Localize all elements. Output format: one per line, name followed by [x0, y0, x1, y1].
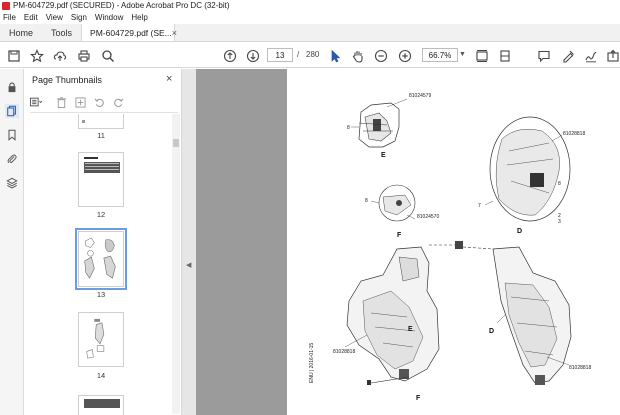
callout-number-8a: 8: [347, 125, 350, 131]
collapse-panel-icon[interactable]: ◀: [186, 261, 191, 269]
page-thumbnails-icon[interactable]: [5, 104, 19, 118]
attachments-icon[interactable]: [5, 152, 19, 166]
page-thumbnails-panel: Page Thumbnails × 11 12 13 14: [24, 69, 182, 415]
bookmarks-icon[interactable]: [5, 128, 19, 142]
page-thumbnail-14[interactable]: [78, 312, 124, 367]
next-page-icon[interactable]: [245, 48, 261, 64]
zoom-out-icon[interactable]: [373, 48, 389, 64]
page-separator: /: [297, 50, 300, 59]
highlight-icon[interactable]: [560, 48, 576, 64]
rotate-counterclockwise-icon[interactable]: [93, 96, 105, 108]
page-thumbnail-11[interactable]: [78, 114, 124, 129]
thumbnail-label-11: 11: [97, 131, 105, 140]
callout-number-8c: 8: [365, 198, 368, 204]
thumbnail-scrollbar-thumb[interactable]: [173, 139, 179, 147]
share-icon[interactable]: [605, 48, 620, 64]
callout-right-top: 81028818: [563, 131, 585, 137]
insert-pages-icon[interactable]: [74, 96, 86, 108]
zoom-dropdown-icon[interactable]: ▼: [459, 51, 466, 58]
save-icon[interactable]: [6, 48, 22, 64]
frame-assembly-right: [462, 246, 572, 385]
hand-icon[interactable]: [350, 48, 366, 64]
page-fit-icon[interactable]: [474, 48, 490, 64]
select-cursor-icon[interactable]: [327, 48, 343, 64]
zoom-in-icon[interactable]: [397, 48, 413, 64]
callout-number-8b: 8: [558, 181, 561, 187]
print-icon[interactable]: [76, 48, 92, 64]
thumbnail-options-icon[interactable]: [30, 96, 42, 108]
detail-f-mid: [370, 184, 416, 222]
panel-divider: [30, 112, 178, 113]
view-letter-f-mid: F: [397, 232, 402, 239]
callout-number-7: 7: [478, 203, 481, 209]
layers-icon[interactable]: [5, 176, 19, 190]
sign-icon[interactable]: [583, 48, 599, 64]
document-view[interactable]: 81024579 8 E 81028818 8 7 2 3 D 8 810245…: [196, 69, 620, 415]
menu-view[interactable]: View: [46, 13, 63, 22]
page-thumbnail-13[interactable]: [75, 228, 127, 290]
thumbnail-label-14: 14: [96, 371, 106, 380]
detail-e-top: [351, 98, 408, 148]
menu-file[interactable]: File: [3, 13, 16, 22]
left-navigation-rail: [0, 69, 24, 415]
callout-number-3: 3: [558, 219, 561, 225]
page-total: 280: [306, 50, 320, 59]
window-title: PM-604729.pdf (SECURED) - Adobe Acrobat …: [13, 1, 230, 10]
view-letter-f-bottom: F: [416, 395, 421, 402]
frame-assembly-left: [344, 241, 463, 385]
view-letter-d-bottom: D: [489, 328, 494, 335]
page-thumbnail-15[interactable]: [78, 395, 124, 415]
thumbnail-label-13: 13: [96, 290, 106, 299]
page-footer-vertical: ENU | 2016-01-15: [309, 343, 315, 383]
comment-icon[interactable]: [536, 48, 552, 64]
title-bar: PM-604729.pdf (SECURED) - Adobe Acrobat …: [0, 0, 620, 11]
document-tab-label: PM-604729.pdf (SE...: [90, 27, 172, 38]
close-tab-icon[interactable]: ×: [172, 28, 177, 38]
lock-icon[interactable]: [5, 80, 19, 94]
panel-title: Page Thumbnails: [32, 75, 102, 85]
detail-d-right: [484, 116, 571, 222]
tab-document[interactable]: PM-604729.pdf (SE... ×: [81, 24, 177, 41]
find-icon[interactable]: [100, 48, 116, 64]
delete-page-icon[interactable]: [55, 96, 67, 108]
tab-home[interactable]: Home: [0, 24, 42, 41]
callout-bottom-right: 81028818: [569, 365, 591, 371]
view-letter-e-top: E: [381, 152, 386, 159]
menu-sign[interactable]: Sign: [71, 13, 87, 22]
upload-icon[interactable]: [52, 48, 68, 64]
callout-mid-left: 81024570: [417, 214, 439, 220]
panel-splitter[interactable]: ◀: [182, 69, 196, 415]
menu-help[interactable]: Help: [131, 13, 147, 22]
pdf-page: 81024579 8 E 81028818 8 7 2 3 D 8 810245…: [287, 69, 620, 415]
menu-window[interactable]: Window: [95, 13, 123, 22]
acrobat-logo-icon: [2, 1, 10, 10]
toolbar: 13 / 280 66.7% ▼: [0, 43, 620, 68]
thumbnail-label-12: 12: [96, 210, 106, 219]
callout-bottom-left: 81028818: [333, 349, 355, 355]
panel-close-icon[interactable]: ×: [166, 73, 172, 85]
view-letter-d-right: D: [517, 228, 522, 235]
rotate-clockwise-icon[interactable]: [112, 96, 124, 108]
tab-tools[interactable]: Tools: [42, 24, 81, 41]
menu-bar: File Edit View Sign Window Help: [0, 11, 620, 24]
technical-drawing: 81024579 8 E 81028818 8 7 2 3 D 8 810245…: [309, 93, 591, 402]
page-thumbnail-12[interactable]: [78, 152, 124, 207]
thumbnail-scrollbar[interactable]: [172, 114, 180, 414]
view-letter-e-bottom: E: [408, 326, 413, 333]
scroll-mode-icon[interactable]: [497, 48, 513, 64]
bookmark-star-icon[interactable]: [29, 48, 45, 64]
page-number-input[interactable]: 13: [267, 48, 293, 62]
zoom-level-input[interactable]: 66.7%: [422, 48, 458, 62]
callout-top-center: 81024579: [409, 93, 431, 99]
prev-page-icon[interactable]: [222, 48, 238, 64]
panel-toolbar: [30, 93, 174, 111]
menu-edit[interactable]: Edit: [24, 13, 38, 22]
tab-bar: Home Tools PM-604729.pdf (SE... ×: [0, 24, 620, 42]
